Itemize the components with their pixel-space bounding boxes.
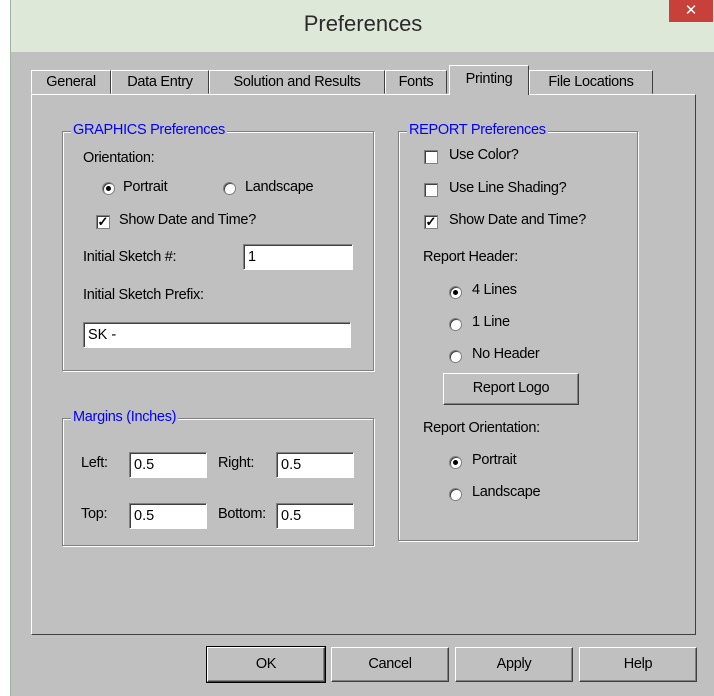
- graphics-preferences-legend: GRAPHICS Preferences: [71, 122, 227, 138]
- report-show-date-time-checkbox[interactable]: ✓: [424, 215, 438, 229]
- four-lines-radio[interactable]: [449, 286, 462, 299]
- apply-button[interactable]: Apply: [455, 647, 573, 682]
- graphics-show-date-time-label[interactable]: Show Date and Time?: [119, 212, 256, 228]
- graphics-preferences-group: GRAPHICS Preferences Orientation: Portra…: [62, 122, 374, 371]
- tab-general[interactable]: General: [31, 70, 111, 94]
- close-icon[interactable]: ✕: [669, 0, 713, 22]
- initial-sketch-prefix-label: Initial Sketch Prefix:: [83, 287, 204, 303]
- margin-left-label: Left:: [81, 455, 108, 471]
- graphics-landscape-radio[interactable]: [223, 182, 236, 195]
- no-header-label[interactable]: No Header: [472, 346, 540, 362]
- initial-sketch-number-label: Initial Sketch #:: [83, 249, 177, 265]
- ok-button[interactable]: OK: [206, 646, 326, 683]
- report-logo-button[interactable]: Report Logo: [443, 373, 579, 405]
- report-preferences-legend: REPORT Preferences: [407, 122, 548, 138]
- report-orientation-label: Report Orientation:: [423, 420, 540, 436]
- initial-sketch-prefix-input[interactable]: SK -: [83, 322, 351, 348]
- printing-tab-page: GRAPHICS Preferences Orientation: Portra…: [31, 94, 696, 635]
- tab-solution-and-results[interactable]: Solution and Results: [209, 70, 385, 94]
- margins-group: Margins (Inches) Left: 0.5 Right: 0.5 To…: [62, 409, 374, 546]
- report-preferences-group: REPORT Preferences Use Color? Use Line S…: [398, 122, 638, 541]
- four-lines-label[interactable]: 4 Lines: [472, 282, 517, 298]
- graphics-show-date-time-checkbox[interactable]: ✓: [96, 215, 110, 229]
- preferences-window: Preferences ✕ General Data Entry Solutio…: [10, 0, 714, 696]
- report-landscape-label[interactable]: Landscape: [472, 484, 541, 500]
- use-color-checkbox[interactable]: [424, 150, 438, 164]
- no-header-radio[interactable]: [449, 350, 462, 363]
- cancel-button[interactable]: Cancel: [331, 647, 449, 682]
- report-header-label: Report Header:: [423, 249, 518, 265]
- initial-sketch-number-input[interactable]: 1: [243, 244, 353, 270]
- margin-left-input[interactable]: 0.5: [129, 452, 207, 478]
- report-landscape-radio[interactable]: [449, 488, 462, 501]
- tab-fonts[interactable]: Fonts: [385, 70, 447, 94]
- margin-top-label: Top:: [81, 506, 108, 522]
- orientation-label: Orientation:: [83, 150, 155, 166]
- help-button[interactable]: Help: [579, 647, 697, 682]
- margin-bottom-input[interactable]: 0.5: [276, 503, 354, 529]
- tab-file-locations[interactable]: File Locations: [529, 70, 653, 94]
- margin-top-input[interactable]: 0.5: [129, 503, 207, 529]
- tab-data-entry[interactable]: Data Entry: [111, 70, 209, 94]
- tab-printing[interactable]: Printing: [449, 65, 529, 95]
- one-line-radio[interactable]: [449, 318, 462, 331]
- use-color-label[interactable]: Use Color?: [449, 147, 519, 163]
- title-bar[interactable]: Preferences ✕: [11, 0, 714, 52]
- margin-right-label: Right:: [218, 455, 255, 471]
- graphics-portrait-radio[interactable]: [102, 182, 115, 195]
- graphics-portrait-label[interactable]: Portrait: [123, 179, 168, 195]
- use-line-shading-label[interactable]: Use Line Shading?: [449, 180, 567, 196]
- dialog-body: General Data Entry Solution and Results …: [11, 52, 714, 696]
- graphics-landscape-label[interactable]: Landscape: [245, 179, 314, 195]
- report-portrait-label[interactable]: Portrait: [472, 452, 517, 468]
- report-show-date-time-label[interactable]: Show Date and Time?: [449, 212, 586, 228]
- one-line-label[interactable]: 1 Line: [472, 314, 510, 330]
- margins-legend: Margins (Inches): [71, 409, 179, 425]
- margin-right-input[interactable]: 0.5: [276, 452, 354, 478]
- window-title: Preferences: [303, 11, 423, 36]
- report-portrait-radio[interactable]: [449, 456, 462, 469]
- use-line-shading-checkbox[interactable]: [424, 183, 438, 197]
- margin-bottom-label: Bottom:: [218, 506, 266, 522]
